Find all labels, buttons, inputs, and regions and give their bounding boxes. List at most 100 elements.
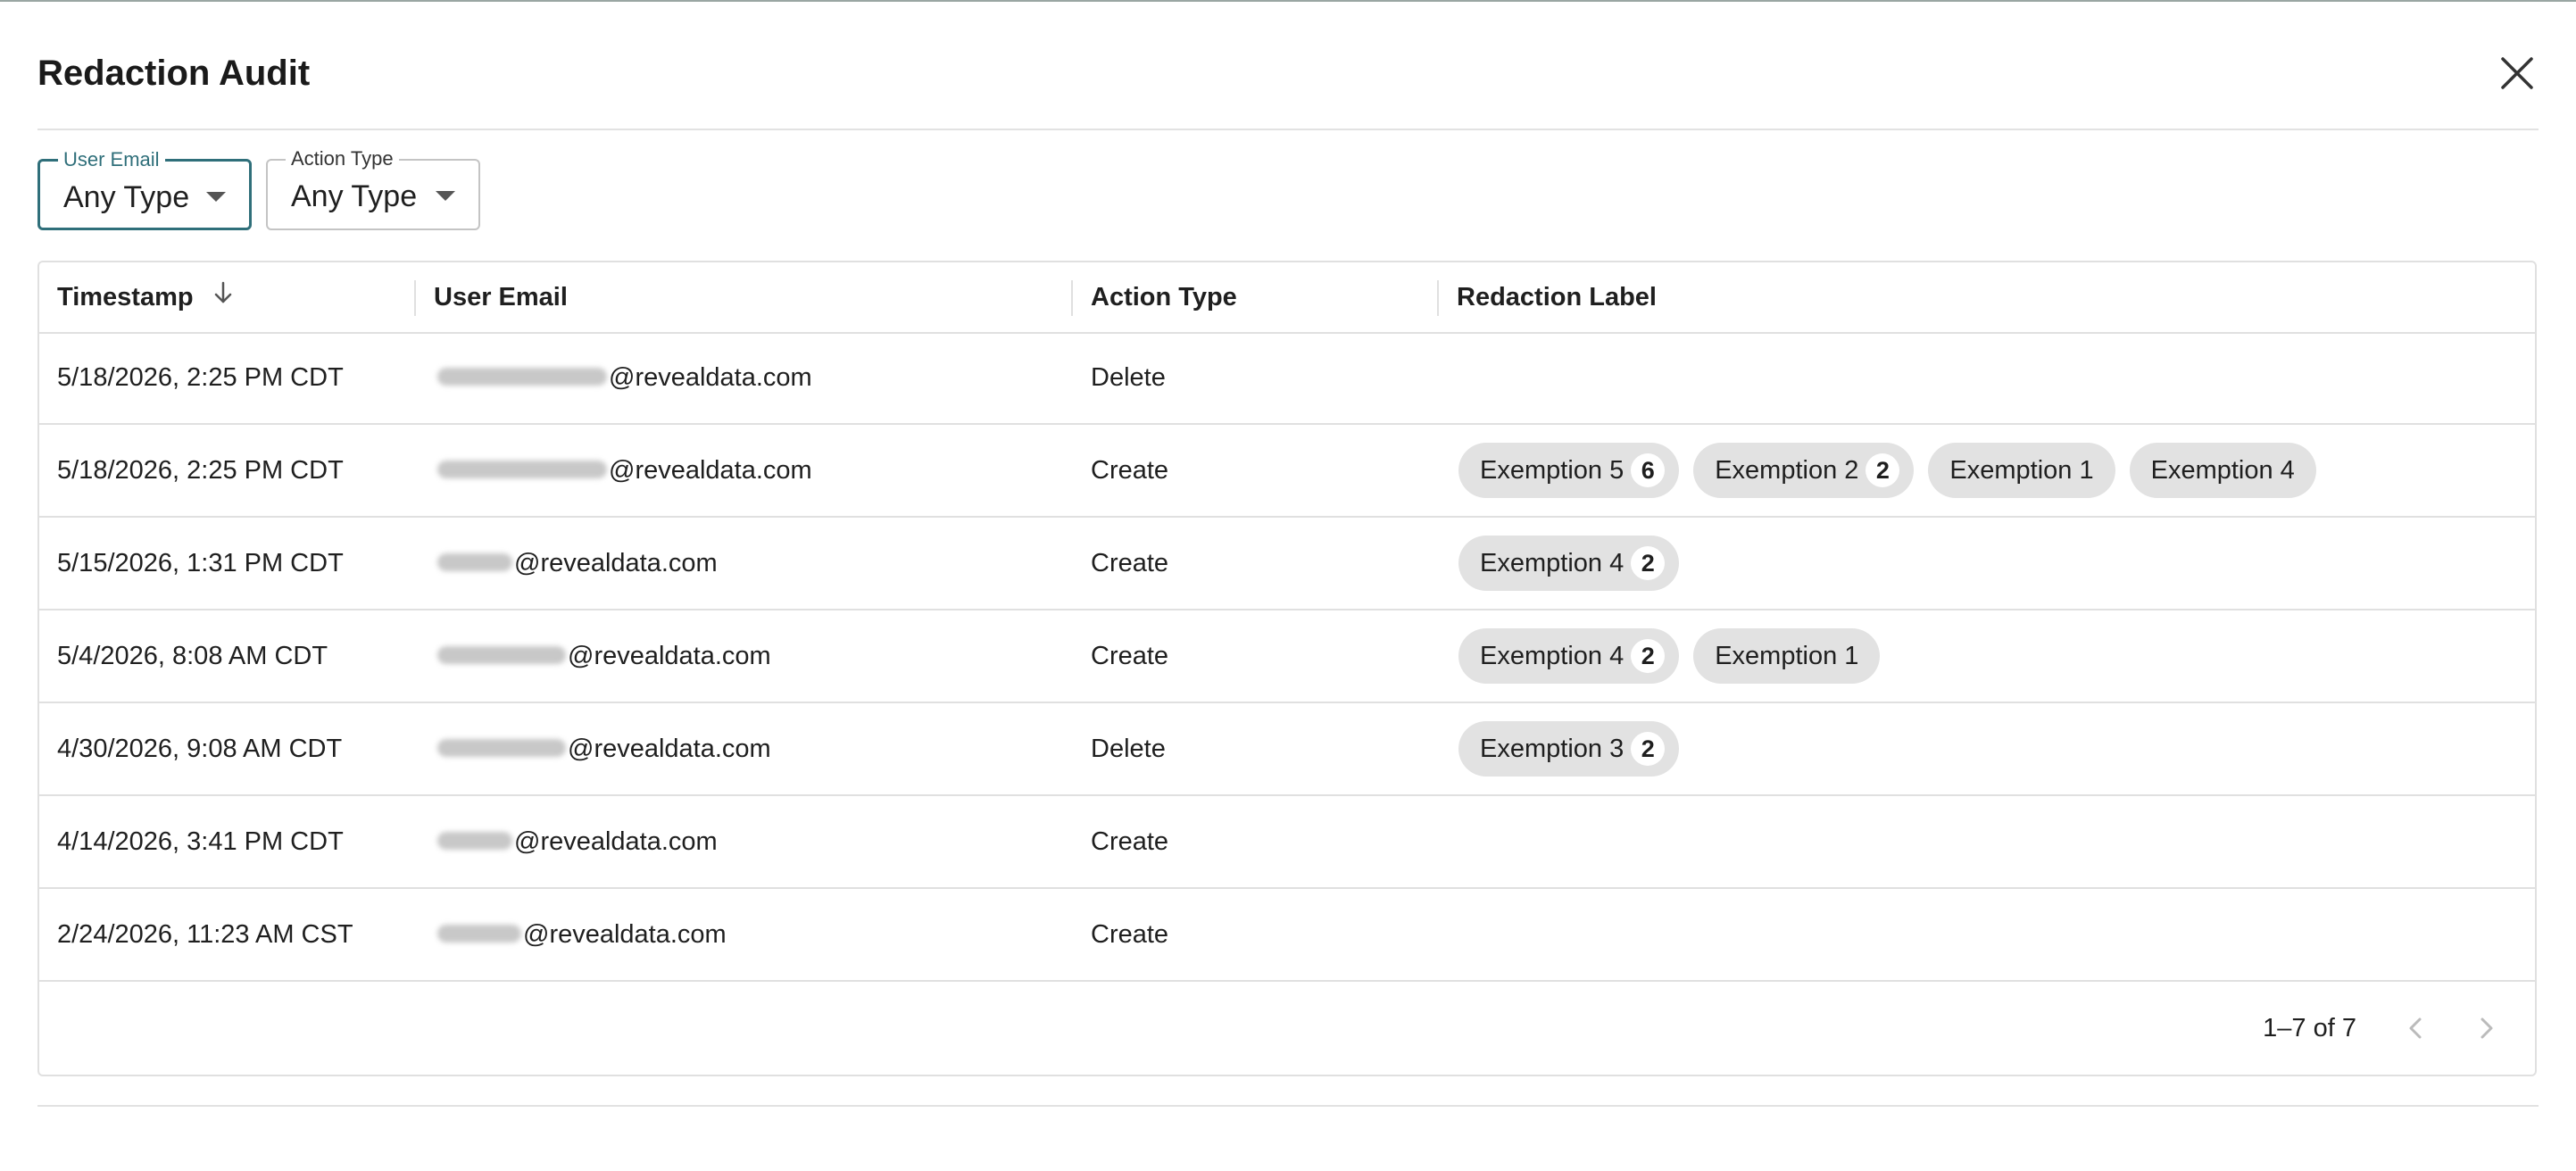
email-domain: @revealdata.com xyxy=(609,363,812,392)
chip-count-badge: 2 xyxy=(1631,639,1666,673)
user-email-filter-label: User Email xyxy=(58,147,165,172)
chevron-right-icon xyxy=(2480,1017,2493,1039)
email-domain: @revealdata.com xyxy=(568,735,771,763)
user-email-filter[interactable]: User Email Any Type xyxy=(37,147,252,230)
action-type-filter-label: Action Type xyxy=(286,146,399,171)
user-email-cell: @revealdata.com xyxy=(437,332,812,423)
timestamp-cell: 5/4/2026, 8:08 AM CDT xyxy=(57,642,328,670)
next-page-button[interactable] xyxy=(2469,1010,2505,1046)
redacted-username xyxy=(437,832,512,851)
header-divider xyxy=(37,129,2539,130)
action-type-filter[interactable]: Action Type Any Type xyxy=(266,146,480,230)
action-type-cell: Create xyxy=(1091,642,1169,670)
redaction-label-chip[interactable]: Exemption 22 xyxy=(1693,443,1915,498)
redaction-label-chip[interactable]: Exemption 1 xyxy=(1693,628,1881,684)
redacted-username xyxy=(437,368,607,386)
column-separator[interactable] xyxy=(1071,280,1073,316)
chip-count-badge: 2 xyxy=(1866,453,1900,487)
column-header-action-type[interactable]: Action Type xyxy=(1091,262,1237,332)
redaction-label-cell: Exemption 42 Exemption 1 xyxy=(1458,610,1881,702)
action-type-filter-value: Any Type xyxy=(291,179,418,213)
redaction-label-chip[interactable]: Exemption 32 xyxy=(1458,721,1680,777)
user-email-cell: @revealdata.com xyxy=(437,425,812,516)
chip-label: Exemption 4 xyxy=(1480,642,1625,670)
column-header-redaction-label[interactable]: Redaction Label xyxy=(1457,262,1657,332)
redacted-username xyxy=(437,646,566,665)
chip-count-badge: 2 xyxy=(1631,546,1666,580)
table-row[interactable]: 4/30/2026, 9:08 AM CDT @revealdata.com D… xyxy=(39,703,2535,796)
timestamp-cell: 5/18/2026, 2:25 PM CDT xyxy=(57,456,344,485)
chip-label: Exemption 4 xyxy=(2150,456,2295,485)
chip-label: Exemption 3 xyxy=(1480,735,1625,763)
user-email-cell: @revealdata.com xyxy=(437,518,718,609)
table-row[interactable]: 5/18/2026, 2:25 PM CDT @revealdata.com D… xyxy=(39,332,2535,425)
email-domain: @revealdata.com xyxy=(568,642,771,670)
redaction-label-chip[interactable]: Exemption 42 xyxy=(1458,536,1680,591)
close-icon xyxy=(2501,57,2533,89)
table-row[interactable]: 5/18/2026, 2:25 PM CDT @revealdata.com C… xyxy=(39,425,2535,518)
table-row[interactable]: 4/14/2026, 3:41 PM CDT @revealdata.com C… xyxy=(39,796,2535,889)
user-email-cell: @revealdata.com xyxy=(437,703,771,794)
chip-count-badge: 2 xyxy=(1631,732,1666,766)
chip-label: Exemption 1 xyxy=(1715,642,1859,670)
arrow-down-icon[interactable] xyxy=(210,263,237,333)
action-type-cell: Create xyxy=(1091,920,1169,949)
redacted-username xyxy=(437,739,566,758)
dialog-header: Redaction Audit xyxy=(37,48,2539,102)
table-row[interactable]: 2/24/2026, 11:23 AM CST @revealdata.com … xyxy=(39,889,2535,982)
email-domain: @revealdata.com xyxy=(514,827,718,856)
pagination-range: 1–7 of 7 xyxy=(2263,1014,2356,1042)
table-body: 5/18/2026, 2:25 PM CDT @revealdata.com D… xyxy=(39,332,2535,982)
redaction-label-chip[interactable]: Exemption 42 xyxy=(1458,628,1680,684)
redaction-label-chip[interactable]: Exemption 1 xyxy=(1928,443,2115,498)
chevron-left-icon xyxy=(2409,1017,2422,1039)
table-header: Timestamp User Email Action Type Redacti… xyxy=(39,262,2535,334)
action-type-cell: Create xyxy=(1091,456,1169,485)
action-type-cell: Create xyxy=(1091,549,1169,577)
chip-label: Exemption 4 xyxy=(1480,549,1625,577)
email-domain: @revealdata.com xyxy=(514,549,718,577)
redaction-label-cell: Exemption 32 xyxy=(1458,703,1680,794)
chip-label: Exemption 2 xyxy=(1715,456,1859,485)
column-separator[interactable] xyxy=(1437,280,1439,316)
column-header-label: Timestamp xyxy=(57,283,194,311)
redaction-label-cell: Exemption 56 Exemption 22 Exemption 1 Ex… xyxy=(1458,425,2316,516)
timestamp-cell: 4/30/2026, 9:08 AM CDT xyxy=(57,735,343,763)
redacted-username xyxy=(437,925,521,943)
previous-page-button[interactable] xyxy=(2397,1010,2433,1046)
column-header-timestamp[interactable]: Timestamp xyxy=(57,262,237,332)
chip-label: Exemption 1 xyxy=(1949,456,2094,485)
user-email-cell: @revealdata.com xyxy=(437,610,771,702)
timestamp-cell: 5/15/2026, 1:31 PM CDT xyxy=(57,549,344,577)
close-button[interactable] xyxy=(2496,52,2539,95)
column-header-user-email[interactable]: User Email xyxy=(434,262,568,332)
redaction-label-cell: Exemption 42 xyxy=(1458,518,1680,609)
email-domain: @revealdata.com xyxy=(609,456,812,485)
column-separator[interactable] xyxy=(414,280,416,316)
timestamp-cell: 5/18/2026, 2:25 PM CDT xyxy=(57,363,344,392)
redaction-audit-dialog: Redaction Audit User Email Any Type Acti… xyxy=(0,0,2576,1171)
chevron-down-icon xyxy=(436,191,455,201)
action-type-cell: Delete xyxy=(1091,735,1166,763)
action-type-cell: Create xyxy=(1091,827,1169,856)
chevron-down-icon xyxy=(206,192,226,202)
table-footer: 1–7 of 7 xyxy=(39,982,2535,1075)
table-row[interactable]: 5/4/2026, 8:08 AM CDT @revealdata.com Cr… xyxy=(39,610,2535,703)
timestamp-cell: 2/24/2026, 11:23 AM CST xyxy=(57,920,353,949)
chip-label: Exemption 5 xyxy=(1480,456,1625,485)
dialog-title: Redaction Audit xyxy=(37,54,311,93)
redaction-label-chip[interactable]: Exemption 4 xyxy=(2129,443,2316,498)
user-email-cell: @revealdata.com xyxy=(437,796,718,887)
audit-table: Timestamp User Email Action Type Redacti… xyxy=(37,261,2537,1076)
redacted-username xyxy=(437,553,512,572)
redacted-username xyxy=(437,461,607,479)
footer-divider xyxy=(37,1105,2539,1107)
timestamp-cell: 4/14/2026, 3:41 PM CDT xyxy=(57,827,344,856)
user-email-cell: @revealdata.com xyxy=(437,889,727,980)
redaction-label-chip[interactable]: Exemption 56 xyxy=(1458,443,1680,498)
email-domain: @revealdata.com xyxy=(523,920,727,949)
table-row[interactable]: 5/15/2026, 1:31 PM CDT @revealdata.com C… xyxy=(39,518,2535,610)
action-type-cell: Delete xyxy=(1091,363,1166,392)
user-email-filter-value: Any Type xyxy=(63,180,190,214)
chip-count-badge: 6 xyxy=(1631,453,1666,487)
